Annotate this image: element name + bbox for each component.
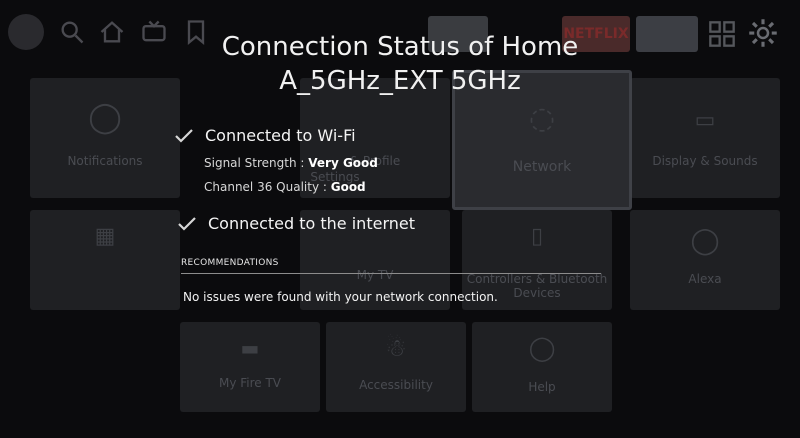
tile-my-tv-label: My TV bbox=[356, 268, 394, 282]
wifi-status-row: Connected to Wi-Fi bbox=[175, 126, 356, 145]
channel-quality: Channel 36 Quality : Good bbox=[204, 180, 366, 194]
signal-strength-label: Signal Strength : bbox=[204, 156, 309, 170]
tile-display-sounds-label: Display & Sounds bbox=[652, 154, 758, 168]
firetv-icon: ▬ bbox=[240, 336, 260, 360]
remote-icon: ▯ bbox=[530, 224, 544, 249]
gear-icon[interactable] bbox=[748, 18, 778, 48]
recommendations-divider bbox=[181, 273, 601, 274]
checkmark-icon bbox=[178, 216, 196, 231]
internet-status-row: Connected to the internet bbox=[178, 214, 415, 233]
wifi-icon: ◌ bbox=[528, 101, 556, 136]
tile-my-fire-tv-label: My Fire TV bbox=[218, 376, 282, 390]
tile-accessibility[interactable]: ☃ Accessibility bbox=[326, 322, 466, 412]
profile-avatar[interactable] bbox=[8, 14, 44, 50]
tile-alexa-label: Alexa bbox=[688, 272, 722, 286]
tile-controllers-label: Controllers & Bluetooth bbox=[466, 272, 608, 286]
dialog-title-line1: Connection Status of Home bbox=[221, 32, 579, 62]
search-icon[interactable] bbox=[58, 18, 86, 46]
signal-strength: Signal Strength : Very Good bbox=[204, 156, 378, 170]
dialog-title-line2: A_5GHz_EXT 5GHz bbox=[279, 66, 521, 96]
tile-notifications-label: Notifications bbox=[67, 154, 143, 168]
recommendations-heading: RECOMMENDATIONS bbox=[181, 258, 279, 268]
tile-help[interactable]: ◯ Help bbox=[472, 322, 612, 412]
accessibility-icon: ☃ bbox=[385, 334, 407, 362]
internet-status-text: Connected to the internet bbox=[208, 214, 415, 233]
channel-quality-label: Channel 36 Quality : bbox=[204, 180, 331, 194]
tile-accessibility-label: Accessibility bbox=[359, 378, 433, 392]
tile-display-sounds[interactable]: ▭ Display & Sounds bbox=[630, 78, 780, 198]
speaker-icon: ▭ bbox=[694, 108, 716, 133]
dialog-title: Connection Status of Home A_5GHz_EXT 5GH… bbox=[150, 30, 650, 98]
bell-icon: ◯ bbox=[88, 100, 122, 135]
tile-controllers[interactable]: ▦ bbox=[30, 210, 180, 310]
grid-icon: ▦ bbox=[94, 224, 116, 249]
recommendations-text: No issues were found with your network c… bbox=[183, 290, 498, 304]
signal-strength-value: Very Good bbox=[308, 156, 378, 170]
home-icon[interactable] bbox=[98, 18, 126, 46]
wifi-status-text: Connected to Wi-Fi bbox=[205, 126, 356, 145]
tile-network-label: Network bbox=[512, 159, 572, 175]
tile-alexa[interactable]: ◯ Alexa bbox=[630, 210, 780, 310]
alexa-icon: ◯ bbox=[690, 226, 720, 256]
help-icon: ◯ bbox=[528, 334, 556, 362]
channel-quality-value: Good bbox=[330, 180, 366, 194]
checkmark-icon bbox=[175, 128, 193, 143]
tile-help-label: Help bbox=[528, 380, 556, 394]
apps-icon[interactable] bbox=[708, 20, 736, 48]
tile-my-fire-tv[interactable]: ▬ My Fire TV bbox=[180, 322, 320, 412]
